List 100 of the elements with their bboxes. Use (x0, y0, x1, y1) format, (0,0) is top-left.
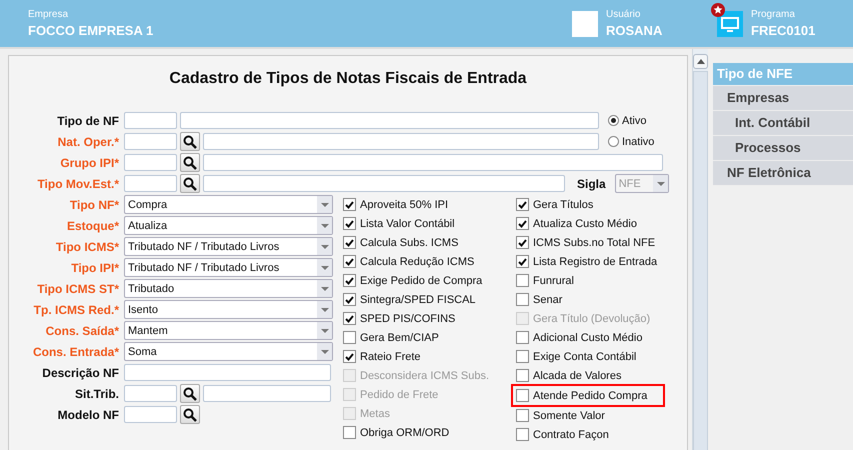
nav-item[interactable]: Empresas (713, 86, 853, 111)
dropdown[interactable]: Tributado NF / Tributado Livros (124, 237, 333, 256)
checkbox-label[interactable]: SPED PIS/COFINS (360, 312, 456, 324)
checkbox-label: Gera Título (Devolução) (533, 312, 650, 324)
dropdown[interactable]: Tributado (124, 279, 333, 298)
checkbox[interactable] (343, 198, 356, 211)
checkbox[interactable] (516, 389, 529, 402)
dropdown[interactable]: Atualiza (124, 216, 333, 235)
checkbox-label: Desconsidera ICMS Subs. (360, 370, 489, 382)
checkbox[interactable] (516, 255, 529, 268)
checkbox-label[interactable]: ICMS Subs.no Total NFE (533, 236, 656, 248)
checkbox-label[interactable]: Rateio Frete (360, 350, 421, 362)
checkbox-label[interactable]: Atende Pedido Compra (533, 390, 648, 402)
field-label: Modelo NF (56, 408, 119, 422)
checkbox[interactable] (343, 255, 356, 268)
program-code: FREC0101 (751, 23, 816, 38)
checkbox-label[interactable]: Gera Bem/CIAP (360, 332, 439, 344)
radio-option[interactable]: Ativo (608, 114, 646, 126)
monitor-icon[interactable] (717, 10, 743, 36)
search-button[interactable] (180, 132, 200, 151)
checkbox-label[interactable]: Aproveita 50% IPI (360, 198, 448, 210)
field-label: Tipo ICMS* (54, 240, 119, 254)
input-field[interactable] (203, 175, 565, 192)
form-title: Cadastro de Tipos de Notas Fiscais de Entrada (168, 70, 528, 88)
triangle-up-icon (696, 59, 704, 64)
user-label: Usuário (606, 9, 642, 20)
checkbox[interactable] (343, 217, 356, 230)
checkbox[interactable] (516, 236, 529, 249)
nav-item[interactable]: Int. Contábil (713, 111, 853, 136)
checkbox-label[interactable]: Sintegra/SPED FISCAL (360, 294, 476, 306)
nav-item[interactable]: Processos (713, 136, 853, 161)
checkbox[interactable] (343, 312, 356, 325)
checkbox-label[interactable]: Obriga ORM/ORD (360, 426, 450, 438)
input-field[interactable] (180, 112, 599, 129)
input-field[interactable] (124, 112, 177, 129)
field-label: Nat. Oper.* (56, 134, 119, 148)
field-label: Tipo ICMS ST* (36, 282, 119, 296)
checkbox-label[interactable]: Lista Valor Contábil (360, 218, 455, 230)
field-label: Cons. Saída* (44, 324, 119, 338)
field-label: Descrição NF (41, 366, 119, 380)
search-button[interactable] (180, 174, 200, 193)
checkbox-label: Metas (360, 408, 390, 420)
checkbox-label[interactable]: Exige Conta Contábil (533, 350, 636, 362)
input-field[interactable] (203, 385, 331, 402)
program-label: Programa (751, 9, 796, 20)
sigla-label: Sigla (577, 176, 606, 190)
checkbox[interactable] (516, 369, 529, 382)
checkbox-label[interactable]: Adicional Custo Médio (533, 332, 642, 344)
field-label: Tipo Mov.Est.* (36, 176, 119, 190)
checkbox-label[interactable]: Senar (533, 294, 562, 306)
input-field[interactable] (124, 175, 177, 192)
checkbox-label[interactable]: Calcula Subs. ICMS (360, 236, 458, 248)
dropdown[interactable]: Isento (124, 300, 333, 319)
dropdown[interactable]: Compra (124, 195, 333, 214)
checkbox-label[interactable]: Contrato Façon (533, 428, 609, 440)
checkbox[interactable] (343, 331, 356, 344)
checkbox-label[interactable]: Lista Registro de Entrada (533, 256, 658, 268)
input-field[interactable] (203, 154, 663, 171)
user-avatar (572, 10, 598, 36)
checkbox-label[interactable]: Alcada de Valores (533, 370, 622, 382)
checkbox[interactable] (343, 274, 356, 287)
checkbox-label[interactable]: Calcula Redução ICMS (360, 256, 474, 268)
checkbox-label[interactable]: Somente Valor (533, 410, 605, 422)
input-field[interactable] (124, 406, 177, 423)
field-label: Tipo IPI* (70, 260, 119, 274)
star-badge-icon (711, 3, 725, 17)
checkbox-label[interactable]: Funrural (533, 274, 574, 286)
dropdown[interactable]: Tributado NF / Tributado Livros (124, 258, 333, 277)
dropdown[interactable]: Soma (124, 342, 333, 361)
scroll-up-button[interactable] (693, 54, 708, 69)
search-button[interactable] (180, 153, 200, 172)
checkbox[interactable] (343, 236, 356, 249)
input-field[interactable] (203, 133, 599, 150)
checkbox-label[interactable]: Exige Pedido de Compra (360, 274, 482, 286)
checkbox-label[interactable]: Atualiza Custo Médio (533, 218, 637, 230)
dropdown[interactable]: Mantem (124, 321, 333, 340)
radio-option[interactable]: Inativo (608, 136, 654, 148)
checkbox[interactable] (516, 409, 529, 422)
checkbox[interactable] (516, 331, 529, 344)
checkbox[interactable] (516, 274, 529, 287)
checkbox[interactable] (516, 350, 529, 363)
input-field[interactable] (124, 133, 177, 150)
search-button[interactable] (180, 384, 200, 403)
input-field[interactable] (124, 385, 177, 402)
field-label: Estoque* (66, 218, 119, 232)
search-button[interactable] (180, 405, 200, 424)
user-name: ROSANA (606, 23, 662, 38)
nav-item[interactable]: NF Eletrônica (713, 161, 853, 186)
checkbox-label: Pedido de Frete (360, 388, 438, 400)
checkbox-label[interactable]: Gera Títulos (533, 198, 594, 210)
checkbox[interactable] (516, 198, 529, 211)
checkbox[interactable] (516, 428, 529, 441)
checkbox[interactable] (343, 350, 356, 363)
checkbox[interactable] (343, 426, 356, 439)
input-field[interactable] (124, 154, 177, 171)
checkbox[interactable] (516, 217, 529, 230)
input-field[interactable] (124, 364, 331, 381)
checkbox[interactable] (343, 293, 356, 306)
field-label: Sit.Trib. (74, 386, 119, 400)
checkbox[interactable] (516, 293, 529, 306)
